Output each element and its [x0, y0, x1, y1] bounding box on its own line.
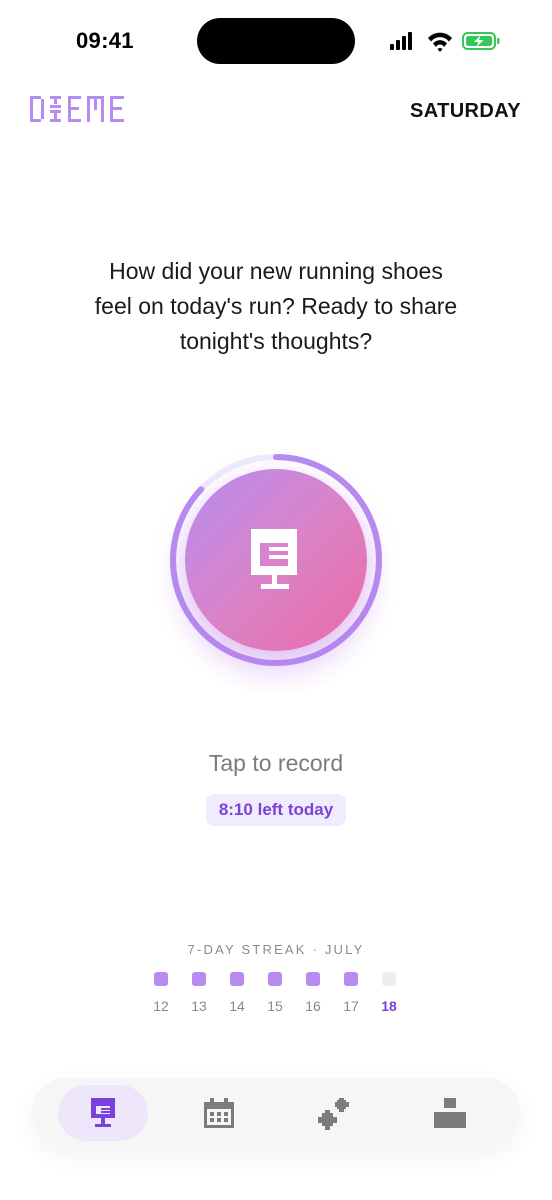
tab-profile[interactable] [404, 1085, 494, 1141]
record-icon [91, 1098, 115, 1127]
tab-bar [32, 1078, 520, 1148]
streak-dot-complete [268, 972, 282, 986]
streak-day: 12 [142, 972, 180, 1014]
record-button[interactable] [185, 469, 367, 651]
streak-day-number: 18 [381, 998, 397, 1014]
wifi-icon [428, 32, 452, 52]
streak-day-number: 13 [191, 998, 207, 1014]
journal-mic-icon [251, 529, 297, 589]
tab-record[interactable] [58, 1085, 148, 1141]
streak-dot-complete [230, 972, 244, 986]
time-left-badge: 8:10 left today [206, 794, 346, 826]
streak-day-number: 14 [229, 998, 245, 1014]
streak-day-number: 12 [153, 998, 169, 1014]
streak-day-number: 17 [343, 998, 359, 1014]
streak-dot-complete [344, 972, 358, 986]
streak-day: 16 [294, 972, 332, 1014]
tab-insights[interactable] [288, 1085, 378, 1141]
streak-day: 17 [332, 972, 370, 1014]
calendar-icon [204, 1098, 234, 1128]
record-instruction: Tap to record [208, 750, 344, 776]
tab-calendar[interactable] [174, 1085, 264, 1141]
streak-day-number: 15 [267, 998, 283, 1014]
battery-charging-icon [462, 32, 500, 50]
dynamic-island [197, 18, 355, 64]
streak-days: 12 13 14 15 16 17 18 [142, 972, 408, 1016]
journal-prompt: How did your new running shoes feel on t… [94, 258, 458, 354]
streak-day-number: 16 [305, 998, 321, 1014]
status-bar: 09:41 [0, 0, 552, 82]
profile-icon [434, 1098, 466, 1128]
sparkle-icon [318, 1098, 349, 1130]
streak-day: 15 [256, 972, 294, 1014]
app-logo [30, 96, 124, 122]
streak-day: 18 [370, 972, 408, 1014]
streak-day: 14 [218, 972, 256, 1014]
status-time: 09:41 [76, 28, 134, 53]
streak-dot-pending [382, 972, 396, 986]
streak-dot-complete [154, 972, 168, 986]
streak-day: 13 [180, 972, 218, 1014]
signal-icon [390, 32, 412, 50]
streak-dot-complete [306, 972, 320, 986]
record-area [126, 410, 426, 710]
current-day: SATURDAY [410, 100, 521, 122]
header: SATURDAY [0, 90, 552, 134]
streak-dot-complete [192, 972, 206, 986]
streak-title: 7-DAY STREAK · JULY [187, 942, 365, 957]
status-icons [390, 32, 500, 52]
